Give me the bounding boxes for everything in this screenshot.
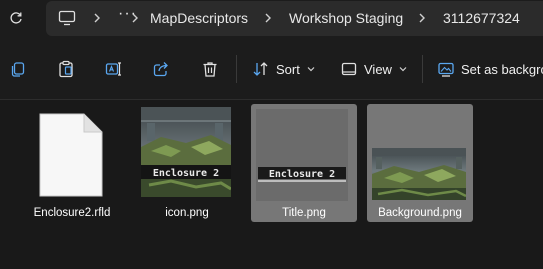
sort-label: Sort [276,61,300,77]
view-button[interactable]: View [340,57,408,81]
view-icon [341,62,357,76]
thumb-title-text: Enclosure 2 [269,169,335,180]
delete-button[interactable] [199,58,221,80]
copy-icon [11,62,25,77]
file-explorer-window: ··· MapDescriptors Workshop Staging 3112… [0,0,543,269]
image-thumbnail: Enclosure 2 [256,109,348,201]
set-as-background-label: Set as backgrou [461,61,543,77]
view-label: View [364,61,392,77]
clipboard-icon [59,60,73,78]
this-pc-icon[interactable] [58,9,76,27]
chevron-right-icon[interactable] [129,9,141,27]
chevron-right-icon[interactable] [91,9,103,27]
file-item-enclosure2-rfld[interactable]: Enclosure2.rfld [19,104,125,222]
sort-icon [253,62,268,76]
refresh-icon [10,12,22,24]
rename-button[interactable] [103,58,125,80]
sort-button[interactable]: Sort [252,57,316,81]
paste-button[interactable] [55,58,77,80]
chevron-right-icon[interactable] [262,9,274,27]
chevron-down-icon [307,67,315,72]
trash-icon [203,62,217,77]
generic-file-icon [39,113,103,197]
chevron-down-icon [399,67,407,72]
thumb-title-text: Enclosure 2 [153,168,219,179]
image-thumbnail: Enclosure 2 [141,107,231,197]
chevron-right-icon[interactable] [416,9,428,27]
file-list: Enclosure2.rfld Enclosure 2 icon.png Enc… [0,101,543,269]
toolbar-divider [422,55,423,83]
file-item-title-png[interactable]: Enclosure 2 Title.png [251,104,357,222]
copy-button[interactable] [7,58,29,80]
set-as-background-button[interactable]: Set as backgrou [437,57,543,81]
breadcrumb-item-folder-id[interactable]: 3112677324 [443,10,520,26]
wallpaper-icon [438,62,454,77]
refresh-button[interactable] [6,8,26,28]
breadcrumb[interactable]: ··· MapDescriptors Workshop Staging 3112… [46,1,543,36]
file-name: Title.png [282,207,326,219]
file-name: Enclosure2.rfld [33,207,111,219]
file-name: icon.png [165,207,209,219]
share-button[interactable] [150,58,172,80]
breadcrumb-item-mapdescriptors[interactable]: MapDescriptors [150,10,248,26]
command-bar: Sort View Set as backgrou [0,38,543,100]
image-thumbnail [372,148,466,200]
file-item-background-png[interactable]: Background.png [367,104,473,222]
address-bar-row: ··· MapDescriptors Workshop Staging 3112… [0,0,543,38]
share-icon [153,62,168,77]
rename-icon [105,62,121,76]
file-name: Background.png [378,207,462,219]
file-item-icon-png[interactable]: Enclosure 2 icon.png [134,104,240,222]
breadcrumb-item-workshop-staging[interactable]: Workshop Staging [289,10,403,26]
toolbar-divider [236,55,237,83]
